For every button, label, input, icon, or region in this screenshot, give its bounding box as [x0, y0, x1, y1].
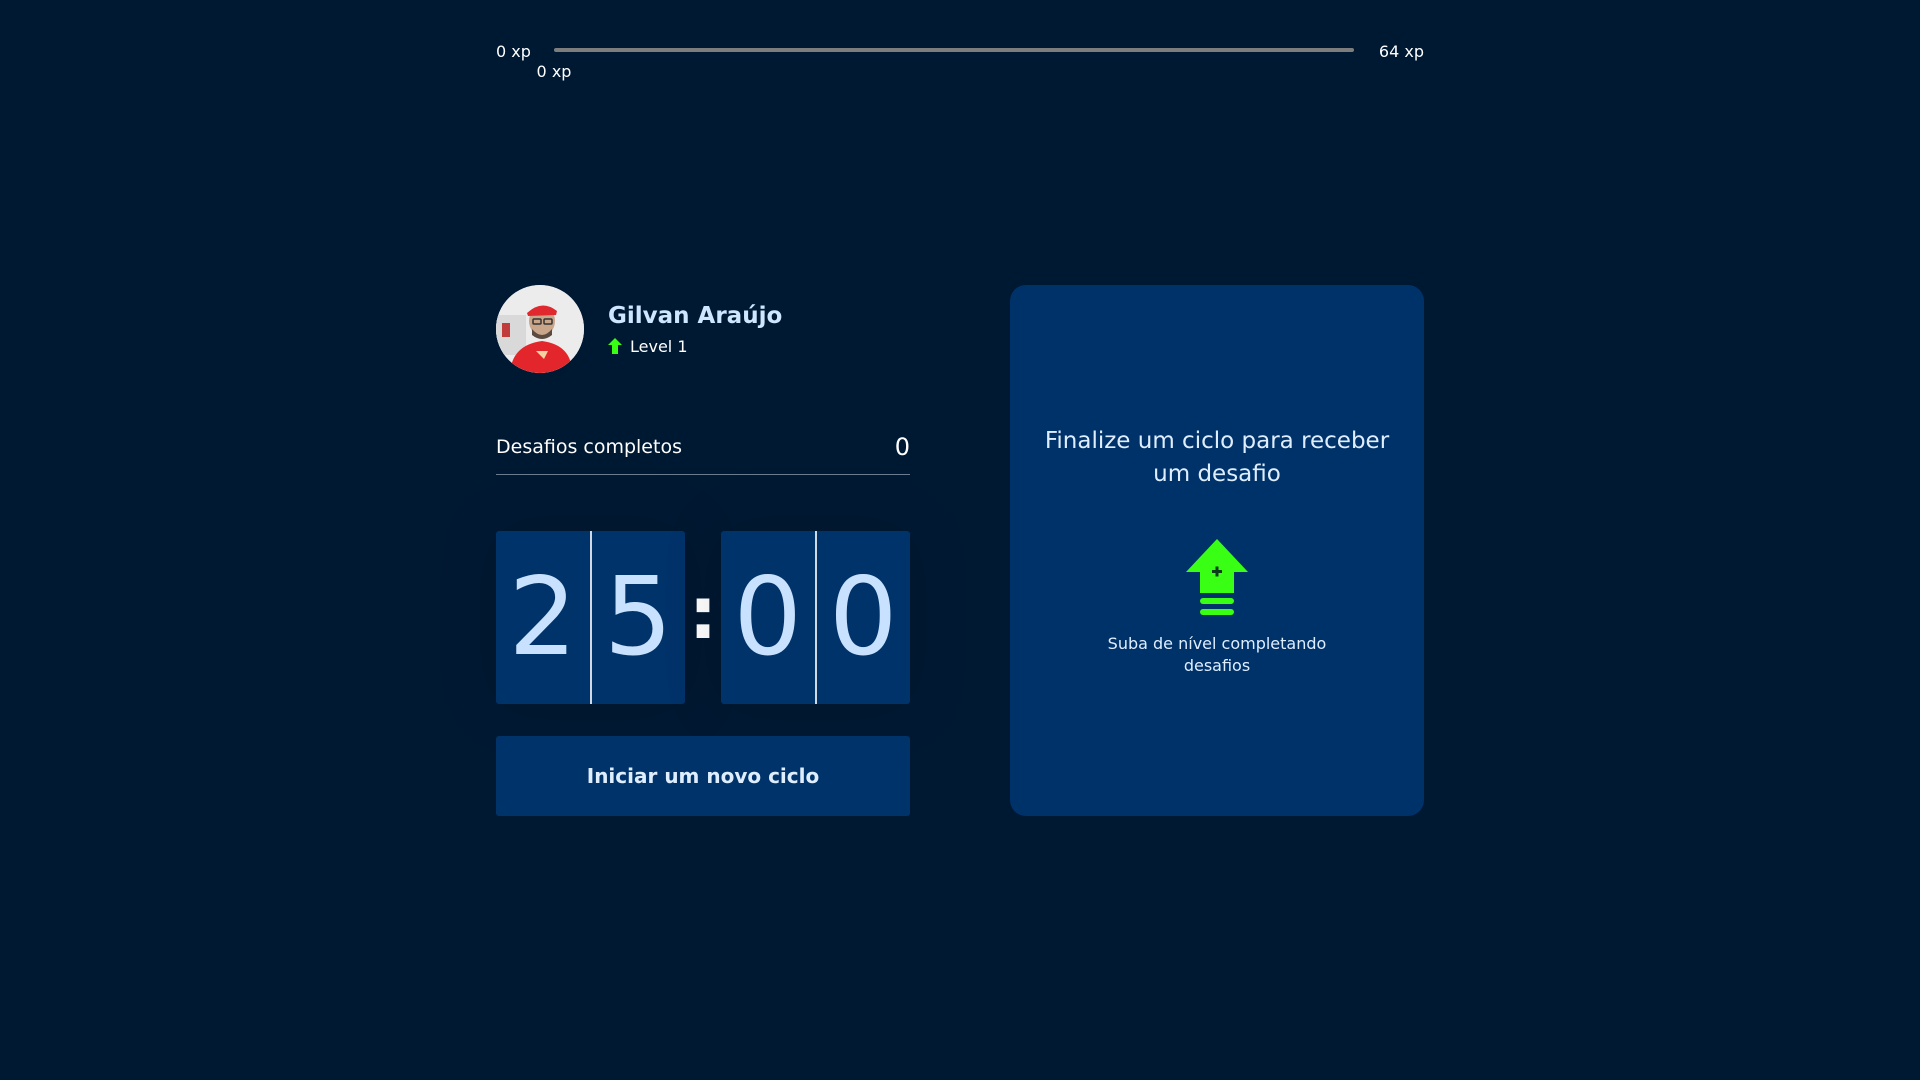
profile-info: Gilvan Araújo Level 1	[608, 303, 782, 356]
avatar-image	[496, 285, 584, 373]
xp-current-label: 0 xp	[536, 62, 572, 81]
seconds-display: 0 0	[721, 531, 910, 704]
completed-challenges: Desafios completos 0	[496, 420, 910, 475]
profile-level: Level 1	[608, 337, 782, 356]
challenge-box-hint: Suba de nível completando desafios	[1107, 634, 1327, 675]
countdown-separator: :	[688, 570, 718, 655]
xp-track	[554, 48, 1354, 52]
completed-challenges-label: Desafios completos	[496, 436, 682, 458]
completed-challenges-value: 0	[894, 433, 910, 461]
second-ones-digit: 0	[814, 531, 911, 704]
challenge-box: Finalize um ciclo para receber um desafi…	[1010, 285, 1424, 816]
page: 0 xp 0 xp 64 xp Gilvan Araújo Level 1 De…	[0, 0, 1920, 1080]
level-up-arrow-icon	[608, 338, 622, 354]
minute-tens-digit: 2	[508, 555, 578, 680]
challenge-box-title: Finalize um ciclo para receber um desafi…	[1044, 428, 1390, 487]
profile: Gilvan Araújo Level 1	[496, 285, 782, 373]
experience-bar: 0 xp 0 xp 64 xp	[496, 38, 1424, 81]
level-up-icon	[1186, 539, 1248, 615]
profile-name: Gilvan Araújo	[608, 302, 783, 329]
minutes-display: 2 5	[496, 531, 685, 704]
level-label: Level 1	[630, 336, 688, 356]
start-cycle-button[interactable]: Iniciar um novo ciclo	[496, 736, 910, 816]
countdown: 2 5 : 0 0	[496, 531, 910, 704]
xp-max-label: 64 xp	[1378, 42, 1424, 61]
xp-min-label: 0 xp	[496, 42, 531, 61]
avatar	[496, 285, 584, 373]
minute-ones-digit: 5	[589, 531, 686, 704]
second-tens-digit: 0	[733, 555, 803, 680]
